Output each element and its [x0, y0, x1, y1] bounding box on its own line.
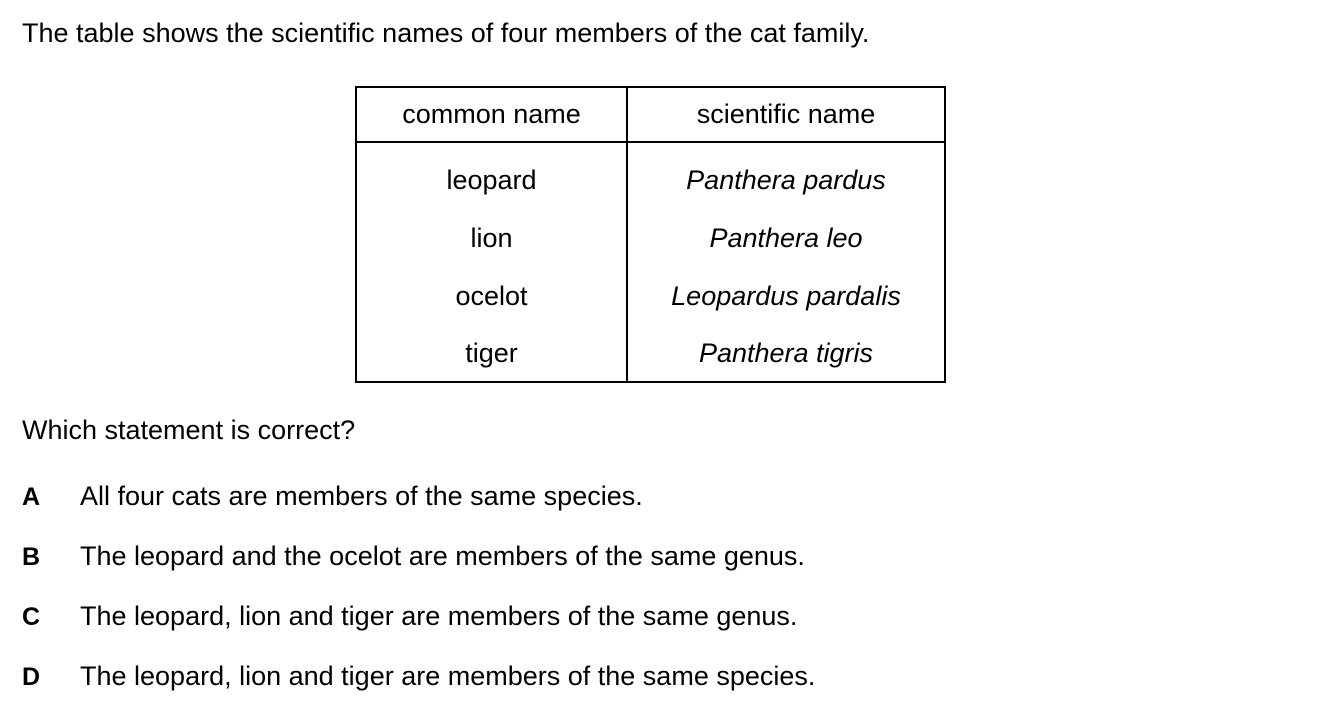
- question-text: Which statement is correct?: [22, 415, 356, 445]
- answer-options: A All four cats are members of the same s…: [22, 478, 815, 718]
- common-name-cell: ocelot: [355, 267, 628, 325]
- option-letter: C: [22, 603, 41, 631]
- option-letter: B: [22, 543, 41, 571]
- species-table: common name scientific name leopard Pant…: [355, 86, 946, 383]
- common-name-cell: lion: [355, 209, 628, 267]
- option-b[interactable]: B The leopard and the ocelot are members …: [22, 538, 815, 598]
- option-a[interactable]: A All four cats are members of the same s…: [22, 478, 815, 538]
- common-name-cell: leopard: [355, 142, 628, 209]
- header-scientific-name: scientific name: [626, 86, 946, 143]
- option-text: The leopard, lion and tiger are members …: [80, 661, 816, 691]
- scientific-name-cell: Panthera tigris: [626, 325, 946, 383]
- scientific-name-cell: Leopardus pardalis: [626, 267, 946, 325]
- table-row: leopard Panthera pardus: [355, 142, 946, 209]
- option-letter: D: [22, 663, 41, 691]
- intro-text: The table shows the scientific names of …: [22, 18, 870, 48]
- header-common-name: common name: [355, 86, 628, 143]
- option-c[interactable]: C The leopard, lion and tiger are members…: [22, 598, 815, 658]
- option-d[interactable]: D The leopard, lion and tiger are members…: [22, 658, 815, 718]
- table-header-row: common name scientific name: [355, 86, 946, 143]
- table-row: lion Panthera leo: [355, 209, 946, 267]
- table-row: tiger Panthera tigris: [355, 325, 946, 383]
- option-text: All four cats are members of the same sp…: [80, 481, 643, 511]
- option-letter: A: [22, 483, 41, 511]
- option-text: The leopard, lion and tiger are members …: [80, 601, 798, 631]
- scientific-name-cell: Panthera pardus: [626, 142, 946, 209]
- common-name-cell: tiger: [355, 325, 628, 383]
- option-text: The leopard and the ocelot are members o…: [80, 541, 805, 571]
- scientific-name-cell: Panthera leo: [626, 209, 946, 267]
- table-row: ocelot Leopardus pardalis: [355, 267, 946, 325]
